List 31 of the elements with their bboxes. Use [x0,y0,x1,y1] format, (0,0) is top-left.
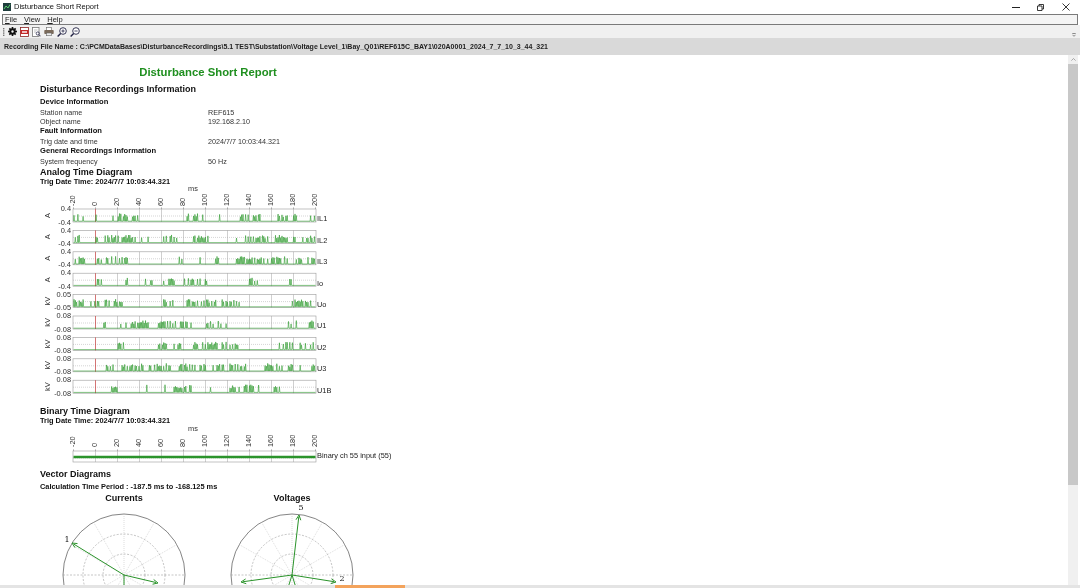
close-icon [1061,3,1070,11]
page-preview-icon[interactable] [32,26,41,37]
scrollbar-thumb[interactable] [1068,64,1078,485]
trigger-marker-line [95,272,96,287]
section-title: Vector Diagrams [40,468,112,480]
vertical-scrollbar[interactable] [1068,55,1078,585]
trigger-marker-line [95,337,96,351]
zoom-in-icon[interactable] [57,26,67,37]
settings-icon[interactable] [8,27,17,36]
chart-title: Voltages [273,493,311,504]
section-title: Binary Time Diagram [40,405,130,417]
zoom-out-icon[interactable] [70,26,80,37]
phasor-line [123,574,125,585]
printer-icon[interactable] [44,27,54,36]
app-icon [3,3,11,11]
minimize-icon [1011,6,1020,8]
trigger-marker-line [95,379,96,394]
document-icon[interactable] [20,26,29,37]
trigger-marker-line [95,315,96,330]
trigger-marker-line [95,251,96,266]
trigger-marker-line [95,294,96,308]
section-title: Analog Time Diagram [40,166,133,178]
trigger-marker-line [95,358,96,373]
phasor-label: 2 [339,574,345,583]
phasor-label: 1 [64,535,70,544]
section-title: Disturbance Recordings Information [40,83,197,95]
restore-icon [1037,3,1044,11]
chart-title: Currents [105,493,143,504]
phasor-label: 5 [298,503,304,512]
report-title: Disturbance Short Report [139,65,277,79]
highlight-bar [335,585,405,588]
